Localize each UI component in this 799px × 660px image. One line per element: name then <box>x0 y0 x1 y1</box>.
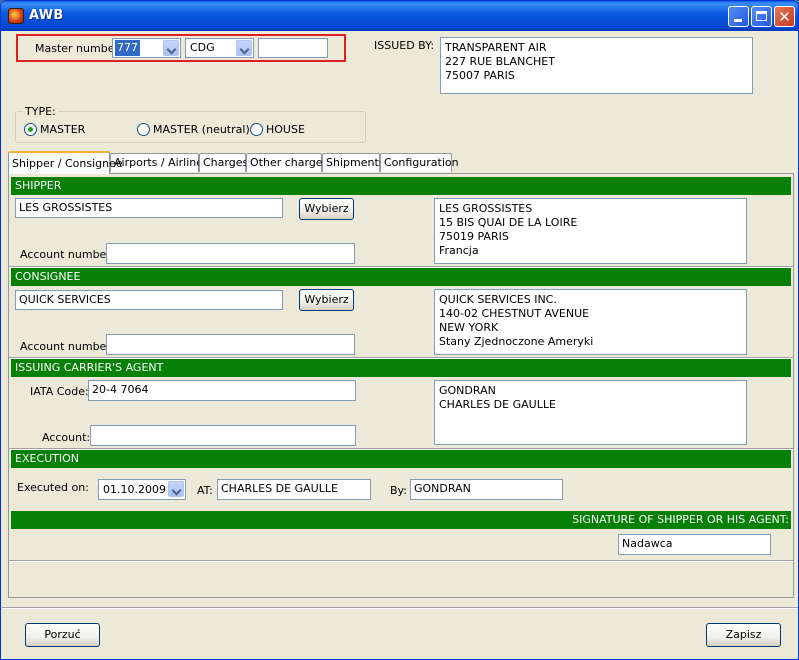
agent-address-line: GONDRAN <box>439 384 496 397</box>
master-airport-select[interactable]: CDG <box>185 38 254 58</box>
iata-code-input[interactable]: 20-4 7064 <box>88 380 356 401</box>
consignee-address-line: NEW YORK <box>439 321 499 334</box>
execution-section-header: EXECUTION <box>11 450 791 468</box>
maximize-icon <box>756 11 767 21</box>
type-master-label[interactable]: MASTER <box>40 123 85 136</box>
iata-code-label: IATA Code: <box>30 385 89 398</box>
issued-by-line: 75007 PARIS <box>445 69 515 82</box>
consignee-account-input[interactable] <box>106 334 355 355</box>
shipper-name-input[interactable]: LES GROSSISTES <box>15 198 283 218</box>
shipper-account-input[interactable] <box>106 243 355 264</box>
master-airport-value: CDG <box>190 41 215 54</box>
agent-address-textarea[interactable]: GONDRAN CHARLES DE GAULLE <box>434 380 747 445</box>
tab-shipments[interactable]: Shipments <box>322 153 385 172</box>
chevron-down-icon[interactable] <box>168 481 184 497</box>
shipper-address-textarea[interactable]: LES GROSSISTES 15 BIS QUAI DE LA LOIRE 7… <box>434 198 747 264</box>
save-button[interactable]: Zapisz <box>706 623 781 647</box>
consignee-account-label: Account number: <box>20 340 115 353</box>
consignee-name-input[interactable]: QUICK SERVICES <box>15 290 283 310</box>
at-label: AT: <box>197 484 213 497</box>
type-master-neutral-radio[interactable] <box>137 123 150 136</box>
type-legend: TYPE: <box>23 105 58 118</box>
issued-by-line: TRANSPARENT AIR <box>445 41 547 54</box>
consignee-address-line: Stany Zjednoczone Ameryki <box>439 335 594 348</box>
shipper-address-line: LES GROSSISTES <box>439 202 533 215</box>
maximize-button[interactable] <box>751 6 772 27</box>
awb-window: AWB ✕ Master number: 777 CDG ISSUED BY: … <box>0 0 799 660</box>
consignee-choose-button[interactable]: Wybierz <box>299 289 354 311</box>
divider <box>9 560 793 562</box>
master-number-label: Master number: <box>35 42 123 55</box>
master-number-input[interactable] <box>258 38 328 58</box>
shipper-address-line: 75019 PARIS <box>439 230 509 243</box>
consignee-address-line: 140-02 CHESTNUT AVENUE <box>439 307 590 320</box>
tab-other-charges[interactable]: Other charges <box>246 153 328 172</box>
executed-on-label: Executed on: <box>17 481 89 494</box>
by-label: By: <box>390 484 407 497</box>
close-button[interactable]: ✕ <box>774 6 795 27</box>
executed-on-date-picker[interactable]: 01.10.2009 <box>98 479 186 500</box>
agent-account-label: Account: <box>42 431 91 444</box>
close-icon: ✕ <box>778 8 791 26</box>
type-master-radio[interactable] <box>24 123 37 136</box>
issued-by-line: 227 RUE BLANCHET <box>445 55 555 68</box>
chevron-down-icon[interactable] <box>236 40 252 56</box>
window-title: AWB <box>29 8 64 23</box>
agent-account-input[interactable] <box>90 425 356 446</box>
executed-by-input[interactable]: GONDRAN <box>410 479 563 500</box>
master-prefix-select[interactable]: 777 <box>112 38 181 58</box>
tab-charges[interactable]: Charges <box>199 153 248 172</box>
issued-by-label: ISSUED BY: <box>374 39 435 52</box>
agent-section-header: ISSUING CARRIER'S AGENT <box>11 359 791 377</box>
shipper-address-line: Francja <box>439 244 479 257</box>
consignee-address-line: QUICK SERVICES INC. <box>439 293 557 306</box>
footer-divider <box>2 607 798 609</box>
tab-configuration[interactable]: Configuration <box>380 153 459 172</box>
shipper-choose-button[interactable]: Wybierz <box>299 198 354 220</box>
consignee-section-header: CONSIGNEE <box>11 268 791 286</box>
type-house-radio[interactable] <box>250 123 263 136</box>
signature-input[interactable]: Nadawca <box>618 534 771 555</box>
shipper-account-label: Account number: <box>20 248 115 261</box>
app-icon <box>8 8 24 24</box>
type-master-neutral-label[interactable]: MASTER (neutral) <box>153 123 250 136</box>
minimize-icon <box>734 19 742 22</box>
shipper-section-header: SHIPPER <box>11 177 791 195</box>
shipper-address-line: 15 BIS QUAI DE LA LOIRE <box>439 216 578 229</box>
issued-by-textarea[interactable]: TRANSPARENT AIR 227 RUE BLANCHET 75007 P… <box>440 37 753 94</box>
agent-address-line: CHARLES DE GAULLE <box>439 398 556 411</box>
minimize-button[interactable] <box>728 6 749 27</box>
executed-on-date-value: 01.10.2009 <box>103 483 166 496</box>
type-house-label[interactable]: HOUSE <box>266 123 305 136</box>
title-bar[interactable]: AWB ✕ <box>1 1 798 31</box>
consignee-address-textarea[interactable]: QUICK SERVICES INC. 140-02 CHESTNUT AVEN… <box>434 289 747 355</box>
executed-at-input[interactable]: CHARLES DE GAULLE <box>217 479 371 500</box>
tab-shipper-consignee[interactable]: Shipper / Consignee <box>8 151 123 174</box>
tab-airports-airlines[interactable]: Airports / Airlines <box>110 153 209 172</box>
master-prefix-value: 777 <box>115 40 140 56</box>
signature-section-header: SIGNATURE OF SHIPPER OR HIS AGENT: <box>11 511 791 529</box>
chevron-down-icon[interactable] <box>163 40 179 56</box>
cancel-button[interactable]: Porzuć <box>25 623 100 647</box>
